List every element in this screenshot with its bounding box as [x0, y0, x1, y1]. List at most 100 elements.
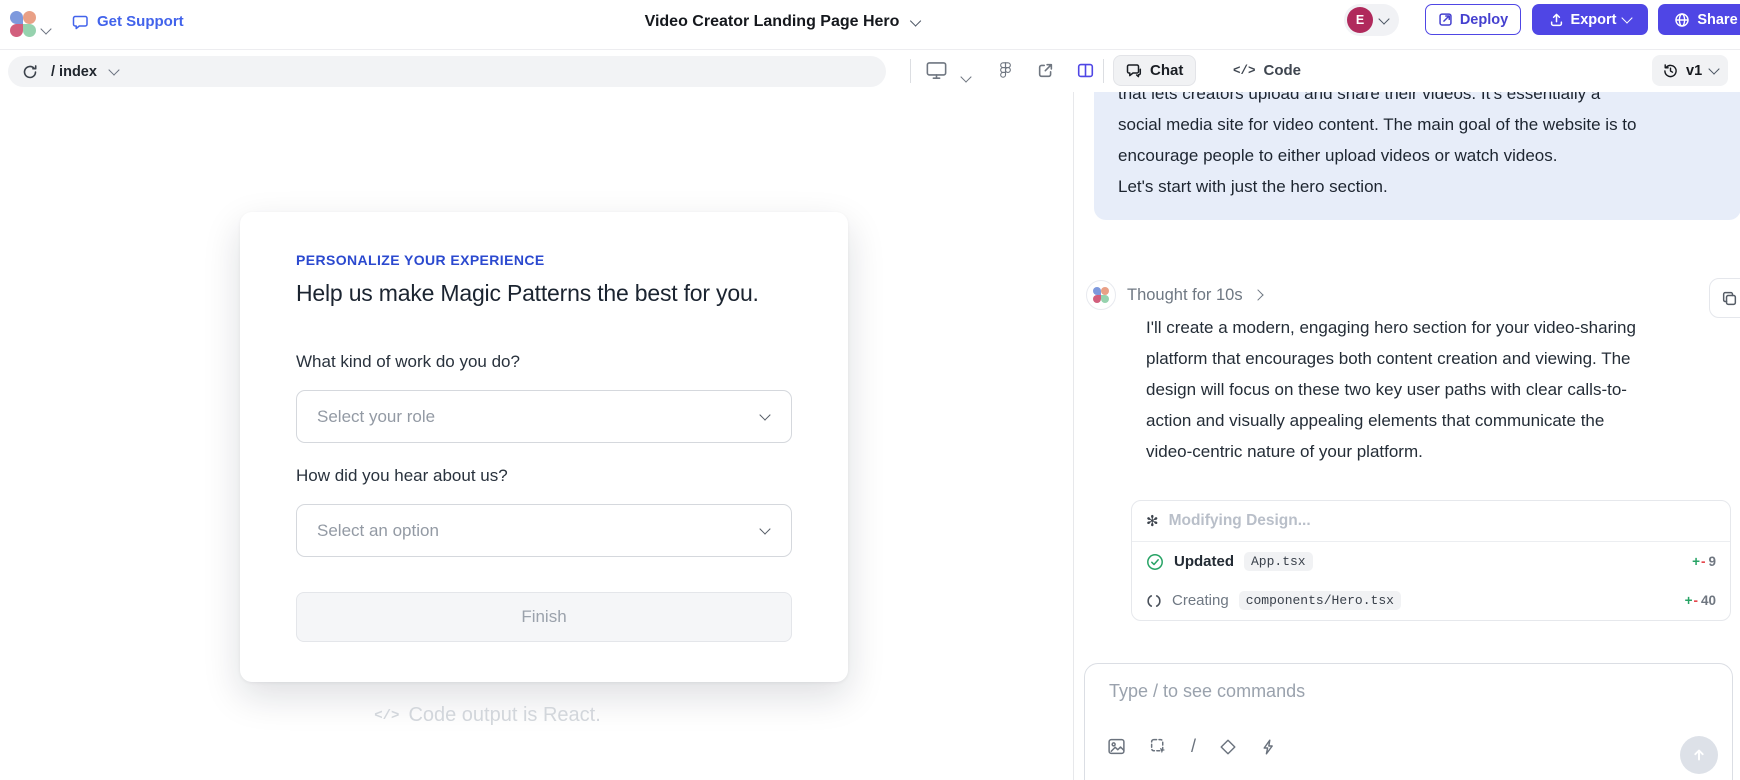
get-support-label: Get Support [97, 13, 184, 30]
diff-minus: - [1693, 593, 1698, 608]
workspace-menu-button[interactable] [42, 20, 50, 38]
referral-select[interactable]: Select an option [296, 504, 792, 557]
file-name-chip: components/Hero.tsx [1239, 591, 1401, 610]
modal-heading: Help us make Magic Patterns the best for… [296, 280, 759, 307]
device-menu-button[interactable] [962, 68, 970, 86]
tab-chat[interactable]: Chat [1113, 55, 1196, 86]
support-chat-bubble-icon [72, 14, 89, 30]
code-icon: </> [374, 708, 399, 724]
diff-count: 9 [1708, 554, 1716, 569]
check-circle-icon [1146, 553, 1164, 571]
chat-bubble-icon [1126, 63, 1142, 78]
chevron-down-icon [1378, 13, 1389, 24]
component-diamond-icon[interactable] [1219, 738, 1237, 756]
composer-toolbar: / [1107, 736, 1278, 757]
logo-shape [23, 11, 36, 24]
logo-shape [1101, 295, 1109, 303]
file-name-chip: App.tsx [1244, 552, 1313, 571]
deploy-button[interactable]: Deploy [1425, 4, 1521, 35]
logo-shape [1093, 295, 1101, 303]
split-view-icon[interactable] [1077, 62, 1094, 79]
export-button[interactable]: Export [1532, 4, 1648, 35]
referral-select-placeholder: Select an option [317, 521, 439, 541]
logo-shape [1101, 287, 1109, 295]
preview-toolbar: / index [0, 50, 1740, 93]
quick-actions-bolt-icon[interactable] [1260, 738, 1278, 756]
role-select[interactable]: Select your role [296, 390, 792, 443]
logo-shape [1093, 287, 1101, 295]
send-button[interactable] [1680, 736, 1718, 774]
chevron-down-icon [1708, 63, 1719, 74]
export-label: Export [1571, 12, 1617, 28]
role-select-placeholder: Select your role [317, 407, 435, 427]
version-history-button[interactable]: v1 [1652, 55, 1728, 86]
user-message-text: that lets creators upload and share thei… [1118, 92, 1638, 202]
status-card-header: ✻ Modifying Design... [1132, 501, 1730, 542]
assistant-avatar [1086, 280, 1116, 310]
arrow-up-icon [1691, 747, 1707, 763]
copy-message-button[interactable] [1709, 278, 1740, 318]
tab-code[interactable]: </> Code [1233, 55, 1301, 86]
magic-patterns-logo-icon[interactable] [10, 11, 36, 37]
finish-button[interactable]: Finish [296, 592, 792, 642]
magic-patterns-logo-icon [1093, 287, 1109, 303]
globe-icon [1674, 12, 1690, 28]
copy-icon [1721, 290, 1738, 307]
get-support-link[interactable]: Get Support [72, 13, 184, 30]
chat-tab-label: Chat [1150, 62, 1183, 79]
attach-image-icon[interactable] [1107, 737, 1126, 756]
chevron-down-icon [759, 409, 770, 420]
diff-stats: + - 9 [1692, 554, 1716, 569]
chat-input[interactable] [1107, 680, 1651, 703]
chevron-down-icon [910, 15, 921, 26]
figma-icon[interactable] [999, 61, 1012, 79]
page-title: Video Creator Landing Page Hero [645, 13, 900, 31]
user-message: that lets creators upload and share thei… [1094, 92, 1740, 220]
code-output-label: Code output is React. [408, 704, 600, 727]
sparkle-icon: ✻ [1146, 512, 1159, 530]
share-button[interactable]: Share [1658, 4, 1740, 35]
generation-status-card: ✻ Modifying Design... Updated App.tsx + … [1131, 500, 1731, 621]
diff-minus: - [1701, 554, 1706, 569]
divider [910, 59, 911, 83]
device-preview-monitor-icon[interactable] [926, 61, 947, 80]
chevron-down-icon [108, 64, 119, 75]
chevron-down-icon [960, 71, 971, 82]
history-icon [1662, 63, 1678, 79]
spinner-icon [1146, 593, 1162, 609]
top-bar: Get Support Video Creator Landing Page H… [0, 0, 1740, 50]
slash-command-icon[interactable]: / [1191, 736, 1196, 757]
project-title-menu[interactable]: Video Creator Landing Page Hero [645, 13, 920, 31]
upload-icon [1549, 12, 1564, 27]
logo-shape [10, 24, 23, 37]
role-question-label: What kind of work do you do? [296, 352, 520, 372]
logo-shape [23, 24, 36, 37]
file-row[interactable]: Updated App.tsx + - 9 [1132, 542, 1730, 581]
account-menu[interactable]: E [1344, 4, 1399, 36]
code-tab-label: Code [1264, 62, 1302, 79]
modal-eyebrow: PERSONALIZE YOUR EXPERIENCE [296, 252, 545, 268]
chevron-right-icon [1252, 289, 1263, 300]
diff-plus: + [1692, 554, 1700, 569]
finish-label: Finish [521, 607, 566, 627]
select-element-icon[interactable] [1149, 737, 1168, 756]
deploy-label: Deploy [1460, 12, 1508, 28]
chat-composer: / [1084, 663, 1733, 780]
diff-stats: + - 40 [1685, 593, 1716, 608]
preview-pane: PERSONALIZE YOUR EXPERIENCE Help us make… [0, 92, 1073, 780]
diff-count: 40 [1701, 593, 1716, 608]
chevron-down-icon [1622, 12, 1633, 23]
file-row[interactable]: Creating components/Hero.tsx + - 40 [1132, 581, 1730, 620]
reload-icon[interactable] [22, 64, 38, 80]
code-output-note: </> Code output is React. [0, 704, 975, 727]
open-in-new-tab-icon[interactable] [1037, 62, 1054, 79]
external-link-icon [1438, 12, 1453, 27]
assistant-message: I'll create a modern, engaging hero sect… [1146, 312, 1648, 467]
route-path: / index [51, 64, 97, 80]
file-action: Creating [1172, 592, 1229, 609]
file-action: Updated [1174, 553, 1234, 570]
route-bar[interactable]: / index [8, 56, 886, 87]
thought-toggle[interactable]: Thought for 10s [1086, 280, 1262, 310]
code-icon: </> [1233, 64, 1256, 78]
diff-plus: + [1685, 593, 1693, 608]
